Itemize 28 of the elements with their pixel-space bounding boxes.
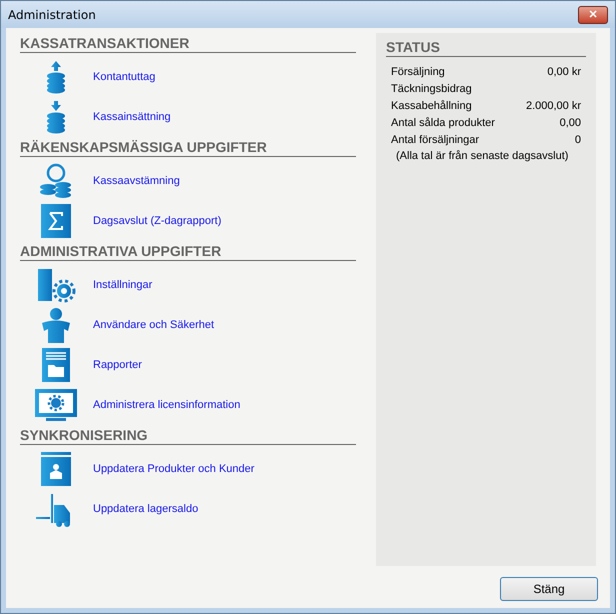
window-title: Administration	[8, 8, 96, 22]
menu-link[interactable]: Kontantuttag	[93, 71, 156, 83]
status-value: 2.000,00 kr	[526, 100, 581, 112]
menu-link[interactable]: Administrera licensinformation	[93, 399, 240, 411]
menu-link[interactable]: Användare och Säkerhet	[93, 319, 214, 331]
status-label: Antal sålda produkter	[391, 116, 495, 128]
menu-link[interactable]: Uppdatera Produkter och Kunder	[93, 463, 254, 475]
section-heading: KASSATRANSAKTIONER	[20, 33, 356, 53]
menu-link[interactable]: Kassainsättning	[93, 111, 171, 123]
status-heading: STATUS	[386, 39, 586, 57]
status-value: 0	[574, 134, 581, 146]
section-heading: SYNKRONISERING	[20, 425, 356, 445]
menu-link[interactable]: Kassaavstämning	[93, 175, 180, 187]
status-label: Täckningsbidrag	[391, 82, 472, 94]
monitor-gear-icon	[34, 387, 78, 423]
status-value: 0,00	[560, 116, 581, 128]
menu-link[interactable]: Rapporter	[93, 359, 142, 371]
status-label: Försäljning	[391, 66, 445, 78]
menu-link[interactable]: Dagsavslut (Z-dagrapport)	[93, 215, 222, 227]
section-heading: RÄKENSKAPSMÄSSIGA UPPGIFTER	[20, 137, 356, 157]
section-heading: ADMINISTRATIVA UPPGIFTER	[20, 241, 356, 261]
menu-link[interactable]: Uppdatera lagersaldo	[93, 503, 198, 515]
status-value: 0,00 kr	[547, 66, 581, 78]
status-note: (Alla tal är från senaste dagsavslut)	[395, 149, 570, 164]
status-label: Antal försäljningar	[391, 134, 480, 146]
menu-link[interactable]: Inställningar	[93, 279, 152, 291]
close-dialog-button[interactable]: Stäng	[500, 577, 598, 601]
status-label: Kassabehållning	[391, 100, 472, 112]
